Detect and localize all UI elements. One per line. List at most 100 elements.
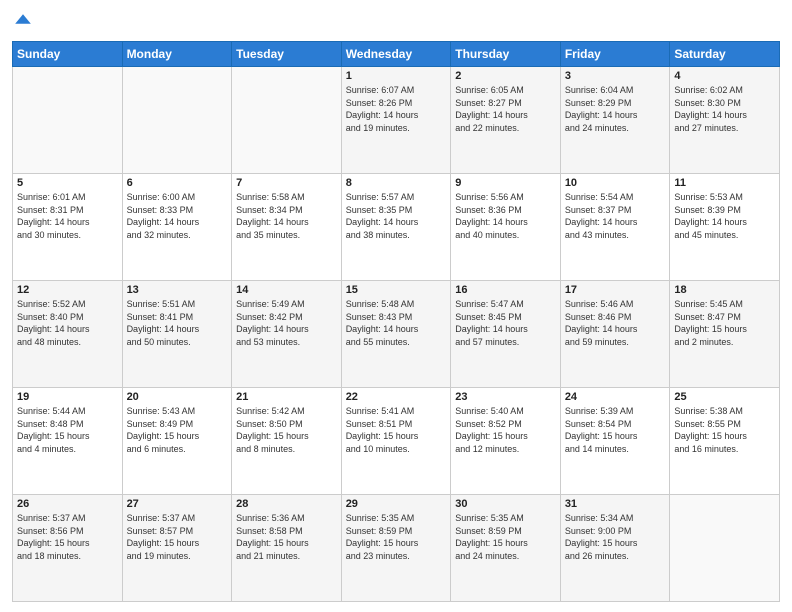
calendar-week-row: 26 Sunrise: 5:37 AM Sunset: 8:56 PM Dayli…: [13, 495, 780, 602]
header: [12, 10, 780, 33]
day-info: Sunrise: 6:01 AM Sunset: 8:31 PM Dayligh…: [17, 191, 118, 241]
day-info: Sunrise: 5:47 AM Sunset: 8:45 PM Dayligh…: [455, 298, 556, 348]
calendar-day-cell: 20 Sunrise: 5:43 AM Sunset: 8:49 PM Dayli…: [122, 388, 232, 495]
calendar-day-header: Monday: [122, 42, 232, 67]
calendar-week-row: 12 Sunrise: 5:52 AM Sunset: 8:40 PM Dayli…: [13, 281, 780, 388]
day-number: 11: [674, 177, 775, 189]
day-number: 10: [565, 177, 666, 189]
calendar-day-cell: 22 Sunrise: 5:41 AM Sunset: 8:51 PM Dayli…: [341, 388, 451, 495]
calendar-day-cell: 12 Sunrise: 5:52 AM Sunset: 8:40 PM Dayli…: [13, 281, 123, 388]
day-number: 17: [565, 284, 666, 296]
day-info: Sunrise: 5:58 AM Sunset: 8:34 PM Dayligh…: [236, 191, 337, 241]
day-number: 24: [565, 391, 666, 403]
calendar-day-header: Tuesday: [232, 42, 342, 67]
day-number: 13: [127, 284, 228, 296]
day-number: 16: [455, 284, 556, 296]
day-number: 30: [455, 498, 556, 510]
day-number: 5: [17, 177, 118, 189]
calendar-day-cell: 4Sunrise: 6:02 AM Sunset: 8:30 PM Daylig…: [670, 67, 780, 174]
calendar-day-cell: 30 Sunrise: 5:35 AM Sunset: 8:59 PM Dayli…: [451, 495, 561, 602]
day-info: Sunrise: 5:52 AM Sunset: 8:40 PM Dayligh…: [17, 298, 118, 348]
day-number: 31: [565, 498, 666, 510]
calendar-day-cell: 19 Sunrise: 5:44 AM Sunset: 8:48 PM Dayli…: [13, 388, 123, 495]
day-info: Sunrise: 5:54 AM Sunset: 8:37 PM Dayligh…: [565, 191, 666, 241]
calendar-table: SundayMondayTuesdayWednesdayThursdayFrid…: [12, 41, 780, 602]
day-info: Sunrise: 5:35 AM Sunset: 8:59 PM Dayligh…: [455, 512, 556, 562]
day-number: 29: [346, 498, 447, 510]
day-number: 18: [674, 284, 775, 296]
day-number: 2: [455, 70, 556, 82]
day-info: Sunrise: 5:42 AM Sunset: 8:50 PM Dayligh…: [236, 405, 337, 455]
day-number: 12: [17, 284, 118, 296]
calendar-header-row: SundayMondayTuesdayWednesdayThursdayFrid…: [13, 42, 780, 67]
calendar-week-row: 19 Sunrise: 5:44 AM Sunset: 8:48 PM Dayli…: [13, 388, 780, 495]
calendar-day-header: Friday: [560, 42, 670, 67]
day-number: 23: [455, 391, 556, 403]
logo: [12, 10, 32, 33]
day-info: Sunrise: 5:39 AM Sunset: 8:54 PM Dayligh…: [565, 405, 666, 455]
calendar-day-cell: 23Sunrise: 5:40 AM Sunset: 8:52 PM Dayli…: [451, 388, 561, 495]
calendar-day-cell: 9 Sunrise: 5:56 AM Sunset: 8:36 PM Daylig…: [451, 174, 561, 281]
day-info: Sunrise: 5:41 AM Sunset: 8:51 PM Dayligh…: [346, 405, 447, 455]
calendar-week-row: 1 Sunrise: 6:07 AM Sunset: 8:26 PM Daylig…: [13, 67, 780, 174]
calendar-day-cell: 2 Sunrise: 6:05 AM Sunset: 8:27 PM Daylig…: [451, 67, 561, 174]
day-info: Sunrise: 5:38 AM Sunset: 8:55 PM Dayligh…: [674, 405, 775, 455]
calendar-day-cell: 1 Sunrise: 6:07 AM Sunset: 8:26 PM Daylig…: [341, 67, 451, 174]
calendar-day-cell: 17 Sunrise: 5:46 AM Sunset: 8:46 PM Dayli…: [560, 281, 670, 388]
calendar-day-cell: 31 Sunrise: 5:34 AM Sunset: 9:00 PM Dayli…: [560, 495, 670, 602]
day-number: 7: [236, 177, 337, 189]
calendar-day-cell: 11 Sunrise: 5:53 AM Sunset: 8:39 PM Dayli…: [670, 174, 780, 281]
calendar-day-cell: [122, 67, 232, 174]
page: SundayMondayTuesdayWednesdayThursdayFrid…: [0, 0, 792, 612]
calendar-day-cell: [232, 67, 342, 174]
day-info: Sunrise: 5:48 AM Sunset: 8:43 PM Dayligh…: [346, 298, 447, 348]
day-number: 9: [455, 177, 556, 189]
day-number: 14: [236, 284, 337, 296]
day-number: 19: [17, 391, 118, 403]
day-number: 22: [346, 391, 447, 403]
day-info: Sunrise: 5:51 AM Sunset: 8:41 PM Dayligh…: [127, 298, 228, 348]
calendar-day-cell: 14 Sunrise: 5:49 AM Sunset: 8:42 PM Dayli…: [232, 281, 342, 388]
day-number: 20: [127, 391, 228, 403]
calendar-day-cell: 18Sunrise: 5:45 AM Sunset: 8:47 PM Dayli…: [670, 281, 780, 388]
day-info: Sunrise: 5:37 AM Sunset: 8:57 PM Dayligh…: [127, 512, 228, 562]
calendar-day-cell: 6Sunrise: 6:00 AM Sunset: 8:33 PM Daylig…: [122, 174, 232, 281]
calendar-day-cell: 16 Sunrise: 5:47 AM Sunset: 8:45 PM Dayli…: [451, 281, 561, 388]
day-info: Sunrise: 5:43 AM Sunset: 8:49 PM Dayligh…: [127, 405, 228, 455]
day-info: Sunrise: 5:44 AM Sunset: 8:48 PM Dayligh…: [17, 405, 118, 455]
logo-icon: [14, 10, 32, 28]
calendar-day-cell: 15 Sunrise: 5:48 AM Sunset: 8:43 PM Dayli…: [341, 281, 451, 388]
day-info: Sunrise: 5:36 AM Sunset: 8:58 PM Dayligh…: [236, 512, 337, 562]
calendar-day-header: Sunday: [13, 42, 123, 67]
calendar-day-cell: 24 Sunrise: 5:39 AM Sunset: 8:54 PM Dayli…: [560, 388, 670, 495]
day-number: 3: [565, 70, 666, 82]
day-number: 15: [346, 284, 447, 296]
calendar-day-cell: [670, 495, 780, 602]
day-number: 26: [17, 498, 118, 510]
day-info: Sunrise: 5:34 AM Sunset: 9:00 PM Dayligh…: [565, 512, 666, 562]
day-number: 8: [346, 177, 447, 189]
day-number: 25: [674, 391, 775, 403]
day-info: Sunrise: 5:56 AM Sunset: 8:36 PM Dayligh…: [455, 191, 556, 241]
day-info: Sunrise: 6:07 AM Sunset: 8:26 PM Dayligh…: [346, 84, 447, 134]
day-info: Sunrise: 5:46 AM Sunset: 8:46 PM Dayligh…: [565, 298, 666, 348]
calendar-day-header: Wednesday: [341, 42, 451, 67]
calendar-day-header: Saturday: [670, 42, 780, 67]
calendar-day-cell: [13, 67, 123, 174]
day-info: Sunrise: 6:05 AM Sunset: 8:27 PM Dayligh…: [455, 84, 556, 134]
day-info: Sunrise: 6:00 AM Sunset: 8:33 PM Dayligh…: [127, 191, 228, 241]
day-info: Sunrise: 6:04 AM Sunset: 8:29 PM Dayligh…: [565, 84, 666, 134]
calendar-day-cell: 26 Sunrise: 5:37 AM Sunset: 8:56 PM Dayli…: [13, 495, 123, 602]
day-info: Sunrise: 5:49 AM Sunset: 8:42 PM Dayligh…: [236, 298, 337, 348]
day-number: 4: [674, 70, 775, 82]
calendar-day-cell: 29Sunrise: 5:35 AM Sunset: 8:59 PM Dayli…: [341, 495, 451, 602]
calendar-day-cell: 8 Sunrise: 5:57 AM Sunset: 8:35 PM Daylig…: [341, 174, 451, 281]
day-number: 1: [346, 70, 447, 82]
day-info: Sunrise: 5:37 AM Sunset: 8:56 PM Dayligh…: [17, 512, 118, 562]
calendar-day-cell: 13 Sunrise: 5:51 AM Sunset: 8:41 PM Dayli…: [122, 281, 232, 388]
day-info: Sunrise: 5:57 AM Sunset: 8:35 PM Dayligh…: [346, 191, 447, 241]
day-info: Sunrise: 5:53 AM Sunset: 8:39 PM Dayligh…: [674, 191, 775, 241]
calendar-day-cell: 10 Sunrise: 5:54 AM Sunset: 8:37 PM Dayli…: [560, 174, 670, 281]
day-number: 28: [236, 498, 337, 510]
calendar-day-cell: 25 Sunrise: 5:38 AM Sunset: 8:55 PM Dayli…: [670, 388, 780, 495]
